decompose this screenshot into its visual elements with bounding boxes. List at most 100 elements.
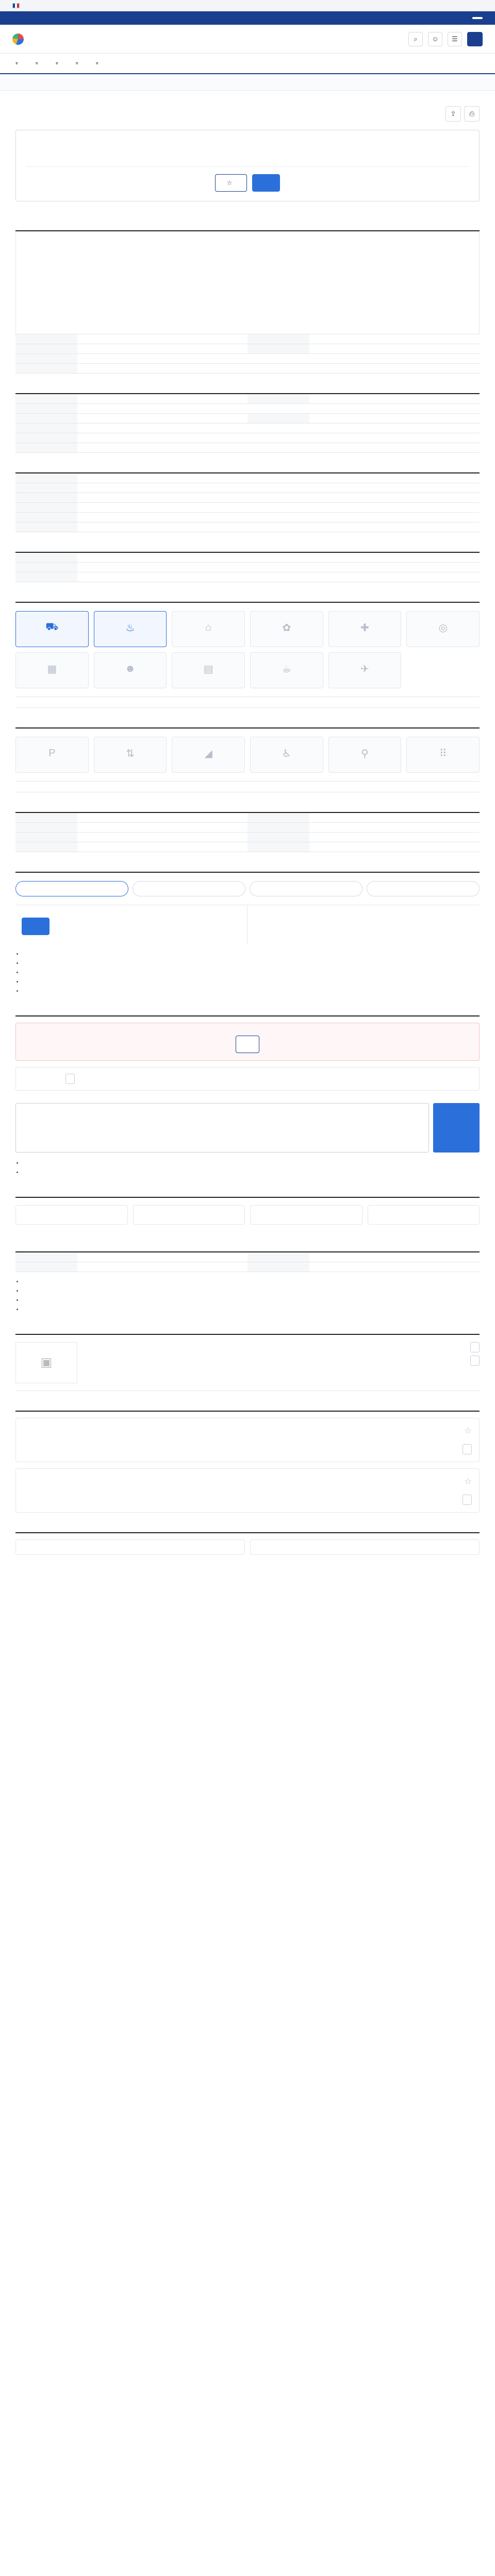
site-logo[interactable] (12, 33, 27, 45)
conditions-table (15, 394, 480, 453)
related-job-card[interactable]: ☆ (15, 1417, 480, 1462)
scrap-button[interactable]: ☆ (214, 174, 248, 192)
table-row (15, 394, 480, 404)
section-title (15, 1011, 480, 1016)
section-disability: P ⇅ ◢ ♿ ⚲ ⠿ (15, 723, 480, 792)
inquiry-form (15, 1100, 480, 1153)
plane-icon: ✈ (360, 663, 369, 675)
logo-mark-icon (12, 33, 24, 45)
facility-card: ⠿ (406, 737, 480, 773)
table-row (15, 344, 480, 354)
welfare-card: ⌂ (172, 611, 245, 647)
health-icon: ✚ (360, 622, 369, 634)
top-banner (0, 11, 495, 25)
recommend-card[interactable] (15, 1539, 245, 1555)
home-icon: ⌂ (205, 621, 212, 633)
section-title (15, 468, 480, 473)
menu-icon[interactable]: ☰ (448, 31, 462, 46)
related-apply-button[interactable] (463, 1494, 472, 1505)
section-company: ▣ (15, 1330, 480, 1391)
selection-step (250, 881, 362, 896)
list-item (23, 1277, 480, 1286)
prefer-table (15, 473, 480, 532)
related-apply-button[interactable] (463, 1444, 472, 1454)
table-row (15, 1252, 480, 1262)
section-welfare: ⛟ ♨ ⌂ ✿ ✚ ◎ ▦ ☻ ▤ ☕ ✈ (15, 598, 480, 708)
apply-button-2[interactable] (22, 918, 50, 935)
contact-card (15, 1066, 480, 1091)
inquiry-input[interactable] (15, 1103, 429, 1153)
chevron-down-icon: ▼ (34, 61, 39, 66)
company-fields (86, 1342, 462, 1383)
table-row (15, 822, 480, 833)
table-row (15, 334, 480, 344)
report-button[interactable] (236, 1035, 259, 1053)
stat-card (367, 1205, 480, 1225)
section-prefer (15, 468, 480, 532)
table-row (15, 423, 480, 433)
nav-item-1[interactable]: ▼ (32, 61, 39, 66)
stat-card (15, 1205, 128, 1225)
section-title (15, 868, 480, 873)
table-row (15, 553, 480, 563)
summary-right (258, 140, 469, 144)
table-row (15, 413, 480, 423)
section-title (15, 548, 480, 553)
nav-item-0[interactable]: ▼ (12, 61, 19, 66)
summary-left (26, 140, 237, 144)
welfare-card: ◎ (406, 611, 480, 647)
section-title (15, 1528, 480, 1533)
sub-nav (0, 74, 495, 91)
table-row (15, 813, 480, 823)
selection-notes (15, 944, 480, 996)
related-job-card[interactable]: ☆ (15, 1468, 480, 1513)
section-title (15, 226, 480, 231)
user-icon[interactable]: ☺ (428, 31, 442, 46)
other-table (15, 553, 480, 582)
star-icon[interactable]: ☆ (465, 1426, 472, 1436)
company-actions (470, 1342, 480, 1383)
braille-icon: ⠿ (439, 748, 447, 759)
main-nav: ▼ ▼ ▼ ▼ ▼ (0, 54, 495, 74)
company-jobs-button[interactable] (470, 1355, 480, 1366)
facility-card: ⚲ (328, 737, 402, 773)
disability-grid: P ⇅ ◢ ♿ ⚲ ⠿ (15, 728, 480, 781)
company-detail-button[interactable] (470, 1342, 480, 1352)
facility-card: ◢ (172, 737, 245, 773)
section-title (15, 598, 480, 603)
section-info (15, 1247, 480, 1314)
login-button[interactable] (467, 31, 483, 46)
company-box: ▣ (15, 1335, 480, 1391)
inquiry-send-button[interactable] (433, 1103, 480, 1153)
list-item (23, 977, 480, 987)
nav-item-3[interactable]: ▼ (73, 61, 79, 66)
gov-strip (0, 0, 495, 11)
apply-button[interactable] (252, 174, 280, 192)
top-banner-button[interactable] (472, 17, 483, 19)
contact-alert (15, 1022, 480, 1061)
table-row (15, 842, 480, 852)
phone-view-button[interactable] (65, 1073, 75, 1084)
list-item (23, 1168, 480, 1177)
section-work-env (15, 808, 480, 852)
stat-card (133, 1205, 245, 1225)
title-actions: ⇪ ⎙ (446, 106, 480, 122)
coffee-icon: ☕ (282, 663, 291, 675)
job-description (15, 231, 480, 334)
share-icon[interactable]: ⇪ (446, 106, 461, 122)
list-item (23, 950, 480, 959)
header-tools: ⌕ ☺ ☰ (408, 31, 483, 46)
section-stats (15, 1193, 480, 1232)
search-icon[interactable]: ⌕ (408, 31, 423, 46)
star-icon[interactable]: ☆ (465, 1476, 472, 1486)
print-icon[interactable]: ⎙ (464, 106, 480, 122)
facility-card: P (15, 737, 89, 773)
nav-item-4[interactable]: ▼ (93, 61, 100, 66)
section-title (15, 723, 480, 728)
section-title (15, 1406, 480, 1412)
nav-item-2[interactable]: ▼ (53, 61, 59, 66)
welfare-grid: ⛟ ♨ ⌂ ✿ ✚ ◎ ▦ ☻ ▤ ☕ ✈ (15, 603, 480, 697)
restroom-icon: ⚲ (361, 748, 369, 759)
baby-icon: ☻ (124, 663, 136, 674)
recommend-card[interactable] (250, 1539, 480, 1555)
